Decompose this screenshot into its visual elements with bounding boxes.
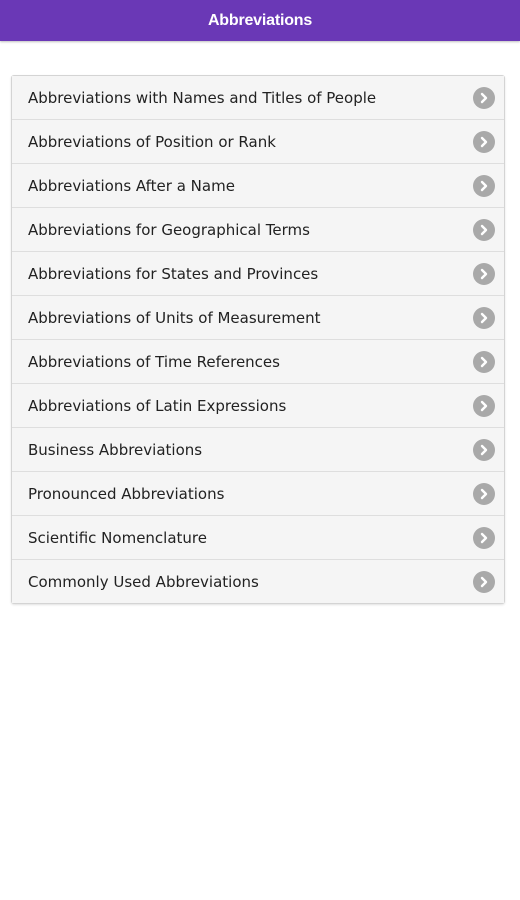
list-item-label: Abbreviations of Time References [28, 352, 280, 371]
category-list: Abbreviations with Names and Titles of P… [11, 75, 505, 604]
list-item-label: Abbreviations for Geographical Terms [28, 220, 310, 239]
chevron-right-circle-icon [473, 482, 495, 505]
list-item-label: Abbreviations of Latin Expressions [28, 396, 287, 415]
list-item-label: Commonly Used Abbreviations [28, 572, 259, 591]
list-item-label: Business Abbreviations [28, 440, 203, 459]
list-item[interactable]: Abbreviations of Time References [12, 340, 504, 384]
list-item-label: Abbreviations After a Name [28, 176, 235, 195]
list-item[interactable]: Scientific Nomenclature [12, 516, 504, 560]
list-item[interactable]: Abbreviations for States and Provinces [12, 252, 504, 296]
list-item-label: Abbreviations for States and Provinces [28, 264, 319, 283]
chevron-right-circle-icon [473, 130, 495, 153]
list-item[interactable]: Abbreviations with Names and Titles of P… [12, 76, 504, 120]
chevron-right-circle-icon [473, 262, 495, 285]
chevron-right-circle-icon [473, 218, 495, 241]
chevron-right-circle-icon [473, 350, 495, 373]
list-item-label: Abbreviations of Units of Measurement [28, 308, 321, 327]
chevron-right-circle-icon [473, 306, 495, 329]
list-item[interactable]: Abbreviations of Position or Rank [12, 120, 504, 164]
list-item-label: Pronounced Abbreviations [28, 484, 225, 503]
list-item-label: Abbreviations of Position or Rank [28, 132, 276, 151]
chevron-right-circle-icon [473, 438, 495, 461]
chevron-right-circle-icon [473, 570, 495, 593]
list-item-label: Abbreviations with Names and Titles of P… [28, 88, 377, 107]
list-item[interactable]: Abbreviations of Latin Expressions [12, 384, 504, 428]
chevron-right-circle-icon [473, 174, 495, 197]
list-item[interactable]: Business Abbreviations [12, 428, 504, 472]
chevron-right-circle-icon [473, 394, 495, 417]
app-header: Abbreviations [0, 0, 520, 41]
chevron-right-circle-icon [473, 526, 495, 549]
chevron-right-circle-icon [473, 86, 495, 109]
list-item[interactable]: Commonly Used Abbreviations [12, 560, 504, 603]
list-item[interactable]: Abbreviations for Geographical Terms [12, 208, 504, 252]
list-item[interactable]: Pronounced Abbreviations [12, 472, 504, 516]
page-title: Abbreviations [207, 11, 313, 29]
list-item[interactable]: Abbreviations After a Name [12, 164, 504, 208]
list-item[interactable]: Abbreviations of Units of Measurement [12, 296, 504, 340]
list-item-label: Scientific Nomenclature [28, 528, 207, 547]
